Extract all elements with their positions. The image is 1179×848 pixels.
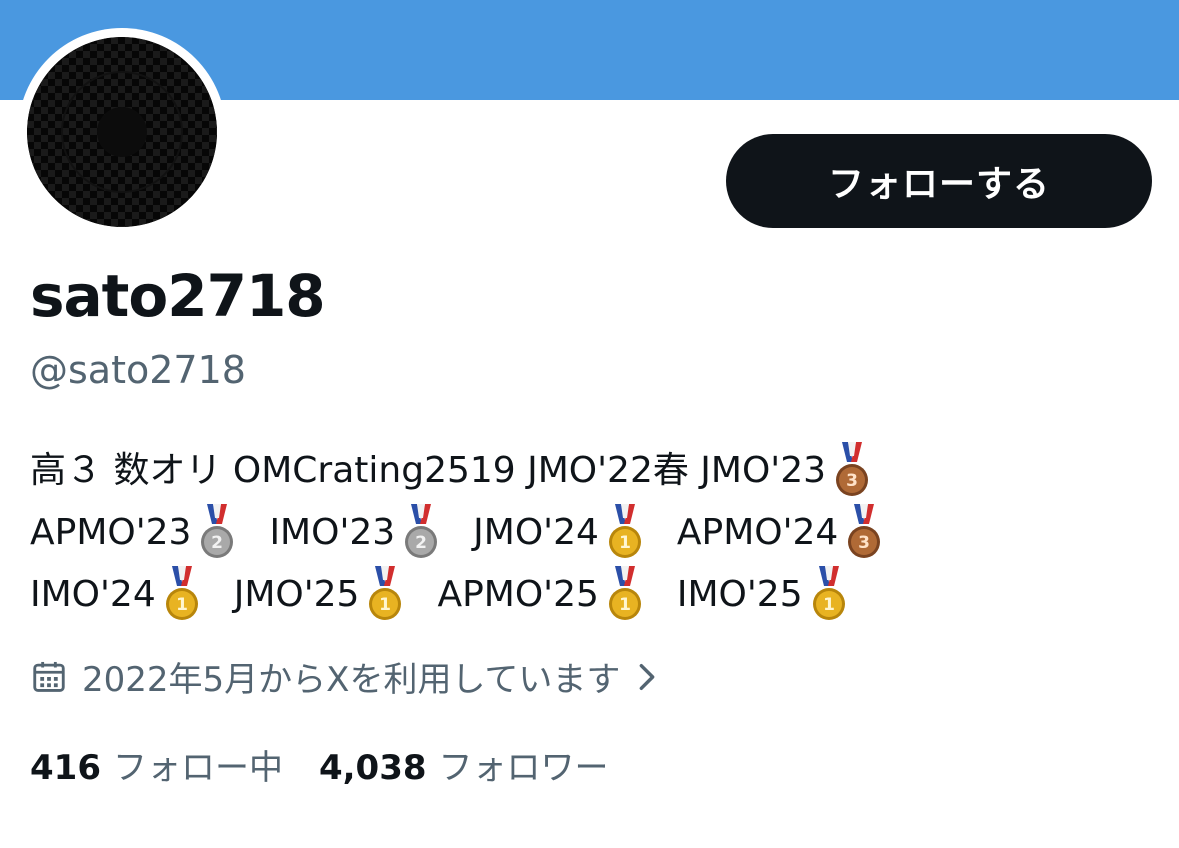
followers-link[interactable]: 4,038 フォロワー bbox=[319, 740, 609, 789]
svg-text:1: 1 bbox=[176, 595, 188, 615]
bio-text: APMO'23 bbox=[30, 512, 192, 553]
bio-text: APMO'24 bbox=[676, 512, 839, 553]
bio-text: IMO'25 bbox=[676, 574, 803, 615]
following-count: 416 bbox=[30, 748, 101, 788]
follow-stats: 416 フォロー中 4,038 フォロワー bbox=[30, 740, 609, 789]
svg-text:1: 1 bbox=[380, 595, 392, 615]
gold-medal-icon: 1 bbox=[607, 566, 643, 624]
silver-medal-icon: 2 bbox=[403, 504, 439, 562]
svg-text:2: 2 bbox=[212, 533, 224, 553]
followers-count: 4,038 bbox=[318, 748, 427, 788]
joined-text: 2022年5月からXを利用しています bbox=[82, 660, 621, 700]
gold-medal-icon: 1 bbox=[607, 504, 643, 562]
bio-text: JMO'24 bbox=[473, 512, 599, 553]
gold-medal-icon: 1 bbox=[811, 566, 847, 624]
svg-text:1: 1 bbox=[619, 595, 631, 615]
bio-text: JMO'25 bbox=[233, 574, 360, 615]
calendar-icon bbox=[33, 661, 65, 692]
bio-text: 高３ 数オリ OMCrating2519 JMO'22春 JMO'23 bbox=[30, 450, 827, 491]
bio-line: IMO'24 1 JMO'25 1 APMO'25 1 IMO'25 1 bbox=[30, 564, 1160, 626]
avatar-pattern bbox=[27, 37, 217, 227]
bio-line: APMO'23 2 IMO'23 2 JMO'24 1 APMO'24 3 bbox=[30, 502, 1160, 564]
svg-text:3: 3 bbox=[846, 471, 858, 491]
avatar[interactable] bbox=[27, 37, 217, 227]
gold-medal-icon: 1 bbox=[367, 566, 403, 624]
svg-text:1: 1 bbox=[823, 595, 835, 615]
svg-text:3: 3 bbox=[858, 533, 870, 553]
chevron-right-icon bbox=[640, 663, 655, 690]
following-link[interactable]: 416 フォロー中 bbox=[30, 740, 283, 789]
display-name: sato2718 bbox=[30, 262, 326, 330]
silver-medal-icon: 2 bbox=[199, 504, 235, 562]
user-handle: @sato2718 bbox=[30, 348, 246, 392]
bio-line: 高３ 数オリ OMCrating2519 JMO'22春 JMO'23 3 bbox=[30, 440, 1160, 502]
followers-label: フォロワー bbox=[438, 748, 609, 788]
bio: 高３ 数オリ OMCrating2519 JMO'22春 JMO'23 3 APMO… bbox=[30, 440, 1160, 626]
bio-text: APMO'25 bbox=[437, 574, 599, 615]
bio-text: IMO'24 bbox=[30, 574, 156, 615]
follow-button[interactable]: フォローする bbox=[726, 134, 1152, 228]
bronze-medal-icon: 3 bbox=[834, 442, 870, 500]
following-label: フォロー中 bbox=[112, 748, 283, 788]
avatar-ring bbox=[18, 28, 226, 236]
svg-text:2: 2 bbox=[415, 533, 427, 553]
bio-text: IMO'23 bbox=[269, 512, 396, 553]
bronze-medal-icon: 3 bbox=[846, 504, 882, 562]
joined-date[interactable]: 2022年5月からXを利用しています bbox=[30, 652, 660, 701]
gold-medal-icon: 1 bbox=[164, 566, 200, 624]
svg-text:1: 1 bbox=[619, 533, 631, 553]
